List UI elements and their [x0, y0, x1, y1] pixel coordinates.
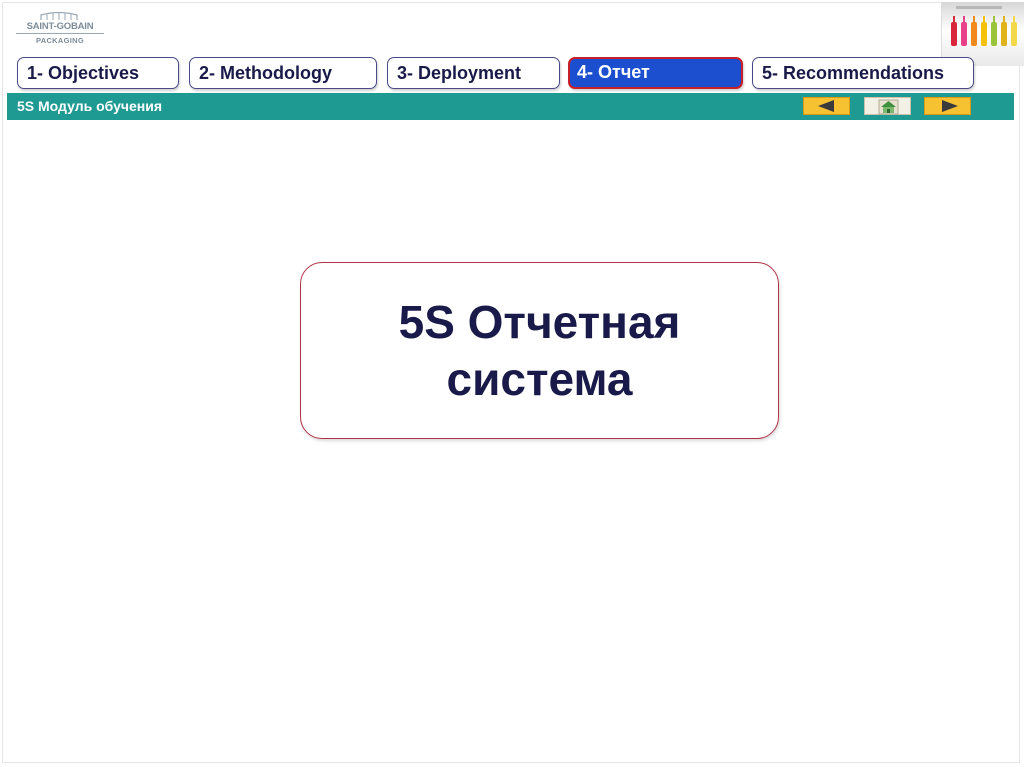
home-button[interactable] — [864, 97, 911, 115]
tab-deployment[interactable]: 3- Deployment — [387, 57, 560, 89]
prev-button[interactable] — [803, 97, 850, 115]
module-bar: 5S Модуль обучения — [7, 93, 1014, 120]
tab-objectives[interactable]: 1- Objectives — [17, 57, 179, 89]
logo-name: SAINT-GOBAIN — [26, 21, 94, 32]
bottle-icon — [951, 16, 1017, 46]
card-title: 5S Отчетная система — [398, 295, 681, 405]
tab-report[interactable]: 4- Отчет — [568, 57, 743, 89]
tab-recommendations[interactable]: 5- Recommendations — [752, 57, 974, 89]
logo-rule — [16, 33, 104, 34]
saint-gobain-logo: SAINT-GOBAIN PACKAGING — [14, 10, 106, 48]
back-arrow-icon — [818, 100, 834, 112]
next-button[interactable] — [924, 97, 971, 115]
tab-methodology[interactable]: 2- Methodology — [189, 57, 377, 89]
module-title: 5S Модуль обучения — [17, 98, 163, 114]
forward-arrow-icon — [942, 100, 958, 112]
logo-subtitle: PACKAGING — [36, 36, 84, 45]
logo-arch-icon — [40, 12, 78, 20]
report-system-card: 5S Отчетная система — [300, 262, 779, 439]
home-icon — [878, 99, 899, 115]
